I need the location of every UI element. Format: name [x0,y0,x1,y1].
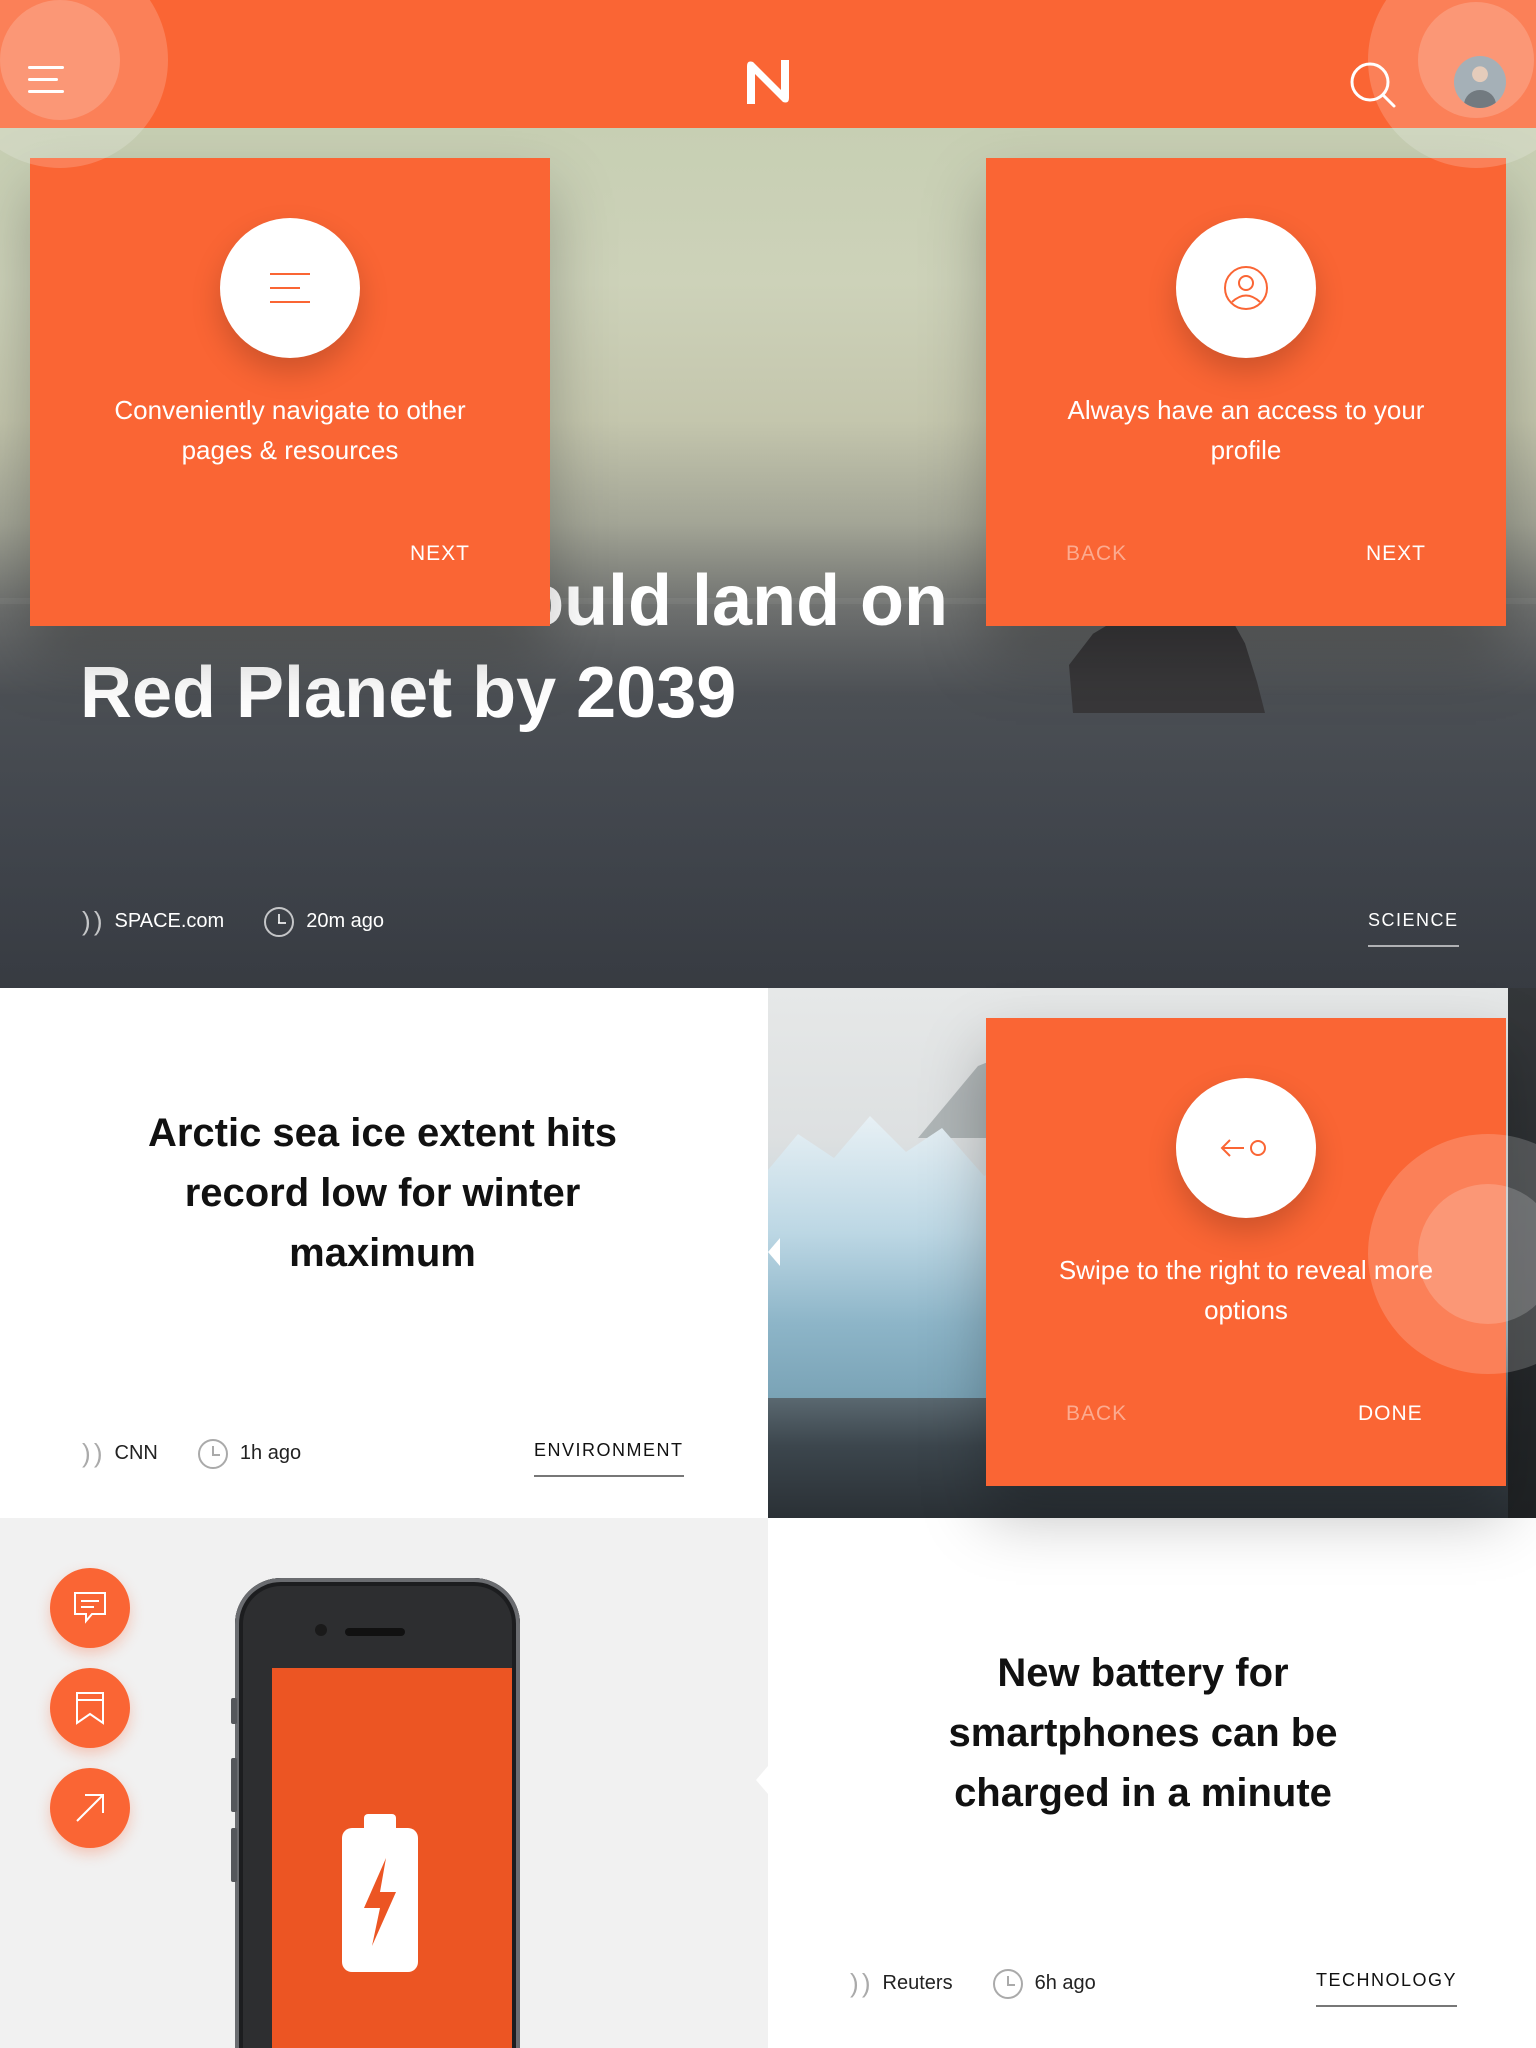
article-title[interactable]: Arctic sea ice extent hits record low fo… [110,1103,655,1283]
hero-source: SPACE.com [114,910,225,932]
share-button[interactable] [50,1768,130,1848]
panel-notch [756,1766,768,1794]
swipe-left-icon [1176,1078,1316,1218]
article-source: Reuters [882,1972,953,1994]
app-header [0,0,1536,128]
camera [315,1624,327,1636]
search-icon[interactable] [1348,60,1398,110]
next-button[interactable]: NEXT [1366,542,1426,566]
source-icon: ) ) [850,1968,870,1998]
tour-message: Conveniently navigate to other pages & r… [114,395,466,465]
avatar[interactable] [1454,56,1506,108]
clock-icon [264,906,295,937]
comment-button[interactable] [50,1568,130,1648]
speaker [345,1628,405,1636]
tour-card-menu: Conveniently navigate to other pages & r… [30,158,550,626]
clock-icon [197,1438,228,1469]
comment-icon [74,1592,106,1624]
article-time: 1h ago [239,1442,302,1464]
article-card-battery[interactable]: New battery for smartphones can be charg… [768,1518,1536,2048]
tour-card-profile: Always have an access to your profile BA… [986,158,1506,626]
rock-edge [1508,988,1536,1518]
article-category[interactable]: TECHNOLOGY [1316,1970,1458,2007]
hamburger-icon[interactable] [24,58,68,102]
done-button[interactable]: DONE [1358,1402,1423,1426]
back-button[interactable]: BACK [1066,542,1127,566]
hero-category[interactable]: SCIENCE [1368,910,1459,947]
source-icon: ) ) [82,906,102,936]
article-card-arctic[interactable]: Arctic sea ice extent hits record low fo… [0,988,768,1518]
article-meta: ) ) Reuters 6h ago [850,1968,1096,1999]
next-button[interactable]: NEXT [410,542,470,566]
bookmark-button[interactable] [50,1668,130,1748]
side-button [231,1698,237,1724]
tour-message: Swipe to the right to reveal more option… [1058,1255,1434,1325]
source-icon: ) ) [82,1438,102,1468]
article-category[interactable]: ENVIRONMENT [534,1440,684,1477]
article-time: 6h ago [1034,1972,1096,1994]
tour-message: Always have an access to your profile [1067,395,1425,465]
bookmark-icon [76,1692,104,1725]
article-meta: ) ) CNN 1h ago [82,1438,301,1469]
panel-notch [768,1238,780,1266]
smartphone-image [231,1578,520,2048]
battery-icon [342,1814,418,1972]
menu-lines-icon [220,218,360,358]
user-circle-icon [1176,218,1316,358]
share-arrow-icon [76,1794,104,1822]
tour-card-swipe: Swipe to the right to reveal more option… [986,1018,1506,1486]
article-source: CNN [114,1442,158,1464]
side-button [231,1758,237,1812]
back-button[interactable]: BACK [1066,1402,1127,1426]
hero-meta: ) ) SPACE.com 20m ago [82,906,384,937]
phone-screen [272,1668,512,2048]
clock-icon [992,1968,1023,1999]
article-title[interactable]: New battery for smartphones can be charg… [908,1643,1378,1823]
logo[interactable] [743,58,793,106]
side-button [231,1828,237,1882]
hero-time: 20m ago [306,910,385,932]
